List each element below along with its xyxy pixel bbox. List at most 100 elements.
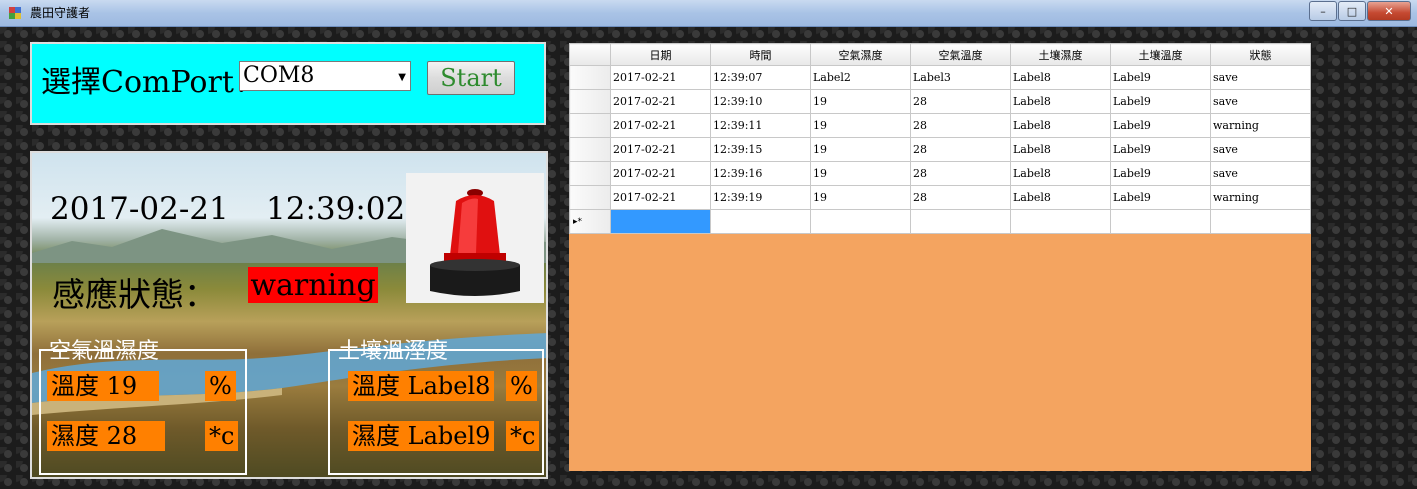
table-cell[interactable]: 28 (910, 161, 1011, 186)
air-humidity-value: 濕度 28 (47, 421, 165, 451)
chevron-down-icon[interactable]: ▼ (398, 72, 406, 83)
table-cell[interactable]: 12:39:11 (710, 113, 811, 138)
data-grid[interactable]: 日期 時間 空氣濕度 空氣溫度 土壤濕度 土壤溫度 狀態 2017-02-21 … (569, 43, 1311, 471)
client-area: 選擇ComPort： COM8 ▼ Start 2017-02-21 12:39… (0, 27, 1417, 489)
table-cell[interactable]: 2017-02-21 (610, 65, 711, 90)
table-cell[interactable] (1110, 209, 1211, 234)
row-header[interactable] (569, 137, 611, 162)
table-cell[interactable]: 19 (810, 185, 911, 210)
table-cell[interactable]: Label8 (1010, 137, 1111, 162)
start-button[interactable]: Start (427, 61, 515, 95)
table-cell[interactable]: save (1210, 161, 1311, 186)
soil-temp-unit: % (506, 371, 537, 401)
column-header-soil-humidity[interactable]: 土壤濕度 (1010, 43, 1111, 66)
column-header-air-temp[interactable]: 空氣溫度 (910, 43, 1011, 66)
selected-cell[interactable] (610, 209, 711, 234)
table-cell[interactable]: 12:39:16 (710, 161, 811, 186)
table-row[interactable]: 2017-02-21 12:39:19 19 28 Label8 Label9 … (569, 185, 1311, 210)
row-header[interactable] (569, 113, 611, 138)
table-cell[interactable]: 19 (810, 161, 911, 186)
table-row[interactable]: 2017-02-21 12:39:15 19 28 Label8 Label9 … (569, 137, 1311, 162)
table-row[interactable]: 2017-02-21 12:39:11 19 28 Label8 Label9 … (569, 113, 1311, 138)
table-cell[interactable]: Label9 (1110, 137, 1211, 162)
table-row[interactable]: 2017-02-21 12:39:07 Label2 Label3 Label8… (569, 65, 1311, 90)
table-cell[interactable]: 28 (910, 89, 1011, 114)
corner-header[interactable] (569, 43, 611, 66)
table-cell[interactable]: 2017-02-21 (610, 185, 711, 210)
table-cell[interactable]: Label8 (1010, 161, 1111, 186)
table-cell[interactable] (710, 209, 811, 234)
table-cell[interactable]: 19 (810, 113, 911, 138)
minimize-button[interactable]: – (1309, 1, 1337, 21)
table-cell[interactable]: 2017-02-21 (610, 89, 711, 114)
table-cell[interactable] (910, 209, 1011, 234)
column-header-soil-temp[interactable]: 土壤溫度 (1110, 43, 1211, 66)
window-title: 農田守護者 (30, 6, 91, 20)
comport-select[interactable]: COM8 ▼ (239, 61, 411, 91)
table-cell[interactable] (1010, 209, 1111, 234)
table-cell[interactable]: 12:39:15 (710, 137, 811, 162)
table-cell[interactable]: Label8 (1010, 89, 1111, 114)
air-temp-humidity-group: 空氣溫濕度 溫度 19 % 濕度 28 *c (39, 339, 247, 475)
table-cell[interactable]: Label9 (1110, 185, 1211, 210)
header-row: 日期 時間 空氣濕度 空氣溫度 土壤濕度 土壤溫度 狀態 (569, 43, 1311, 66)
table-cell[interactable]: 19 (810, 137, 911, 162)
table-cell[interactable]: 12:39:10 (710, 89, 811, 114)
table-cell[interactable]: save (1210, 137, 1311, 162)
table-row[interactable]: 2017-02-21 12:39:10 19 28 Label8 Label9 … (569, 89, 1311, 114)
maximize-button[interactable]: □ (1338, 1, 1366, 21)
table-cell[interactable]: 28 (910, 137, 1011, 162)
table-cell[interactable]: Label9 (1110, 89, 1211, 114)
soil-temp-humidity-group: 土壤溫溼度 溫度 Label8 % 濕度 Label9 *c (328, 339, 544, 475)
table-cell[interactable]: Label8 (1010, 65, 1111, 90)
table-cell[interactable]: Label9 (1110, 161, 1211, 186)
row-header[interactable] (569, 65, 611, 90)
column-header-time[interactable]: 時間 (710, 43, 811, 66)
table-cell[interactable]: save (1210, 89, 1311, 114)
soil-group-title: 土壤溫溼度 (338, 339, 449, 364)
soil-temp-value: 溫度 Label8 (348, 371, 495, 401)
close-button[interactable]: ✕ (1367, 1, 1411, 21)
table-cell[interactable] (1210, 209, 1311, 234)
table-row[interactable]: 2017-02-21 12:39:16 19 28 Label8 Label9 … (569, 161, 1311, 186)
air-temp-value: 溫度 19 (47, 371, 159, 401)
table-cell[interactable]: Label9 (1110, 65, 1211, 90)
table-cell[interactable]: Label3 (910, 65, 1011, 90)
new-row-marker[interactable]: ▸* (569, 209, 611, 234)
table-cell[interactable]: save (1210, 65, 1311, 90)
table-cell[interactable]: warning (1210, 113, 1311, 138)
table-cell[interactable]: 28 (910, 113, 1011, 138)
table-cell[interactable] (810, 209, 911, 234)
table-cell[interactable]: 19 (810, 89, 911, 114)
table-cell[interactable]: 12:39:19 (710, 185, 811, 210)
window-controls: – □ ✕ (1308, 1, 1411, 21)
table-cell[interactable]: 2017-02-21 (610, 161, 711, 186)
alarm-light-image (406, 173, 544, 303)
current-time: 12:39:02 (266, 191, 406, 227)
table-cell[interactable]: 2017-02-21 (610, 137, 711, 162)
row-header[interactable] (569, 185, 611, 210)
air-group-title: 空氣溫濕度 (49, 339, 160, 364)
new-row[interactable]: ▸* (569, 209, 1311, 234)
title-bar[interactable]: 農田守護者 – □ ✕ (0, 0, 1417, 27)
column-header-status[interactable]: 狀態 (1210, 43, 1311, 66)
app-icon (9, 7, 21, 19)
table-cell[interactable]: Label2 (810, 65, 911, 90)
air-temp-unit: % (205, 371, 236, 401)
row-header[interactable] (569, 161, 611, 186)
comport-panel: 選擇ComPort： COM8 ▼ Start (30, 42, 546, 125)
comport-value: COM8 (243, 63, 315, 88)
table-cell[interactable]: 2017-02-21 (610, 113, 711, 138)
table-cell[interactable]: warning (1210, 185, 1311, 210)
table-cell[interactable]: Label9 (1110, 113, 1211, 138)
soil-humidity-value: 濕度 Label9 (348, 421, 495, 451)
table-cell[interactable]: Label8 (1010, 113, 1111, 138)
table-cell[interactable]: 12:39:07 (710, 65, 811, 90)
sensor-status-label: 感應狀態： (52, 275, 217, 314)
table-cell[interactable]: 28 (910, 185, 1011, 210)
comport-label: 選擇ComPort： (41, 65, 264, 100)
table-cell[interactable]: Label8 (1010, 185, 1111, 210)
column-header-air-humidity[interactable]: 空氣濕度 (810, 43, 911, 66)
column-header-date[interactable]: 日期 (610, 43, 711, 66)
row-header[interactable] (569, 89, 611, 114)
